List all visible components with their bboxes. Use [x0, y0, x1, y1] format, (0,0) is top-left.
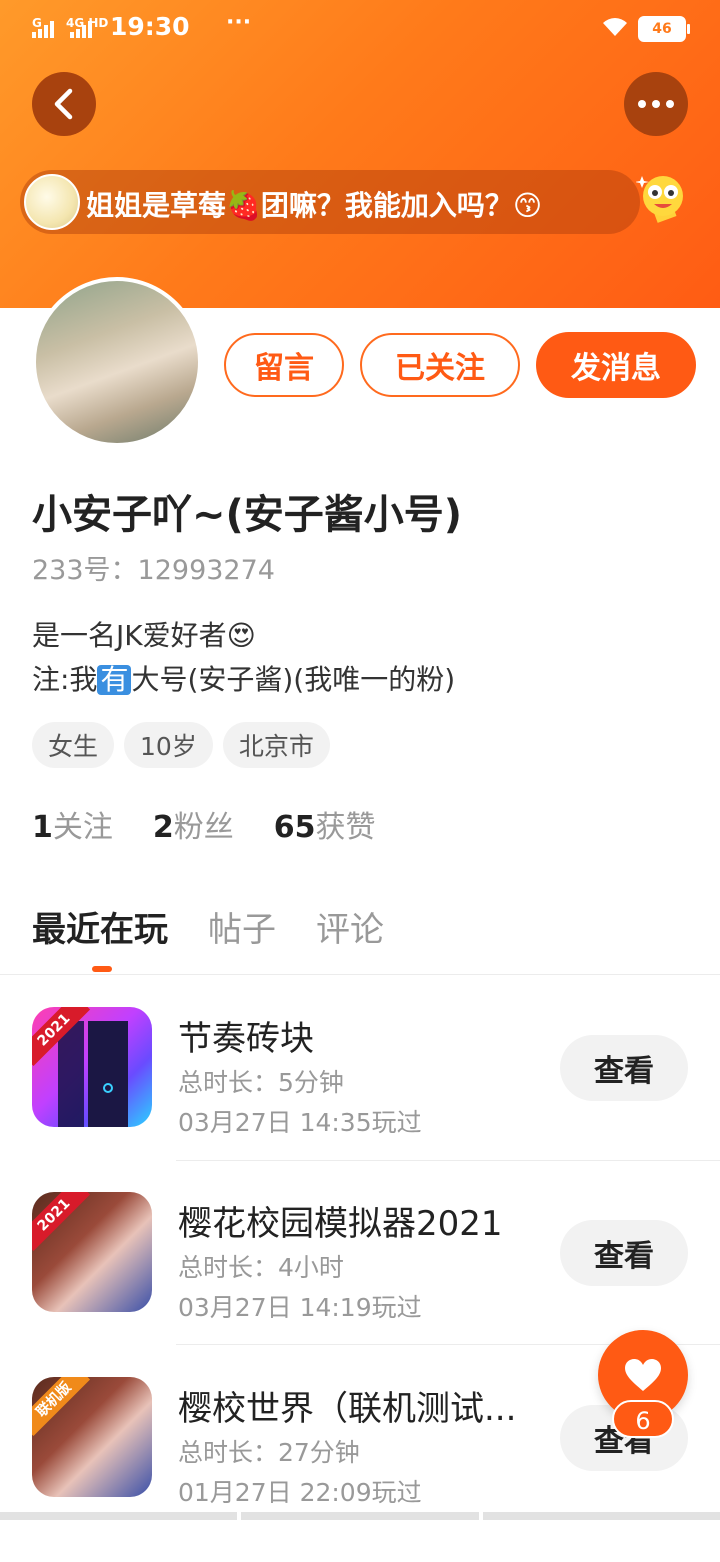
more-dot [638, 100, 646, 108]
fans-label: 粉丝 [173, 810, 234, 845]
scroll-segment [241, 1512, 479, 1520]
tab-comments[interactable]: 评论 [316, 902, 384, 951]
year-badge: 2021 [32, 1192, 91, 1252]
tag-age: 10岁 [124, 722, 213, 768]
row-divider [176, 1160, 720, 1161]
status-bar: G 4G HD 19:30 ··· 46 [0, 0, 720, 58]
signal-icon-2 [70, 20, 92, 38]
game-icon-sakura-world: 联机版 [32, 1377, 152, 1497]
following-count: 1 [32, 810, 53, 845]
clock: 19:30 [110, 12, 190, 41]
wifi-icon [603, 18, 627, 36]
user-bio: 是一名JK爱好者😍 注:我有大号(安子酱)(我唯一的粉) [32, 614, 455, 702]
game-title: 樱校世界（联机测试... [178, 1389, 517, 1429]
user-avatar[interactable] [32, 277, 202, 447]
heart-icon [625, 1359, 661, 1391]
more-button[interactable] [624, 72, 688, 136]
send-message-button[interactable]: 发消息 [536, 332, 696, 398]
stat-following[interactable]: 1关注 [32, 802, 113, 846]
bottom-scroll-hint [0, 1512, 720, 1520]
status-more: ··· [226, 10, 252, 35]
game-last-played: 03月27日 14:19玩过 [178, 1293, 422, 1322]
banner-text: 姐姐是草莓🍓团嘛？我能加入吗？😙 [86, 189, 543, 222]
bio-line-2: 注:我有大号(安子酱)(我唯一的粉) [32, 658, 455, 702]
danmaku-banner[interactable]: 姐姐是草莓🍓团嘛？我能加入吗？😙 [20, 170, 640, 234]
user-tags: 女生 10岁 北京市 [32, 722, 330, 768]
game-title: 樱花校园模拟器2021 [178, 1204, 503, 1244]
bio-line-2-suffix: 大号(安子酱)(我唯一的粉) [131, 663, 456, 696]
active-tab-indicator [92, 966, 112, 972]
tag-location: 北京市 [222, 722, 330, 768]
game-last-played: 01月27日 22:09玩过 [178, 1478, 422, 1507]
battery-icon: 46 [638, 16, 690, 42]
game-last-played: 03月27日 14:35玩过 [178, 1108, 422, 1137]
tab-posts[interactable]: 帖子 [208, 902, 276, 951]
user-id: 233号：12993274 [32, 555, 275, 586]
stat-likes: 65获赞 [274, 802, 376, 846]
view-button[interactable]: 查看 [560, 1220, 688, 1286]
chevron-left-icon [54, 88, 73, 120]
message-board-button[interactable]: 留言 [224, 333, 344, 397]
game-icon-rhythm-tiles: 2021 [32, 1007, 152, 1127]
list-item[interactable]: 2021 节奏砖块 总时长：5分钟 03月27日 14:35玩过 查看 [0, 1007, 720, 1192]
more-dot [652, 100, 660, 108]
fans-count: 2 [152, 810, 174, 845]
signal-icon [32, 20, 54, 38]
stat-fans[interactable]: 2粉丝 [153, 802, 234, 846]
bio-line-2-prefix: 注:我 [32, 663, 98, 696]
game-duration: 总时长：27分钟 [178, 1438, 360, 1467]
bio-line-1: 是一名JK爱好者😍 [32, 619, 256, 652]
emoji-face-icon[interactable] [636, 172, 690, 226]
following-button[interactable]: 已关注 [360, 333, 520, 397]
profile-tabs: 最近在玩 帖子 评论 [32, 902, 384, 951]
profile-header: G 4G HD 19:30 ··· 46 姐姐是草莓🍓团嘛？我能加入吗？😙 [0, 0, 720, 308]
tab-recently-played[interactable]: 最近在玩 [32, 902, 168, 951]
user-name: 小安子吖~(安子酱小号) [32, 492, 463, 538]
scroll-segment [0, 1512, 238, 1520]
tabs-divider [0, 974, 720, 975]
like-count-badge: 6 [612, 1400, 674, 1438]
view-button[interactable]: 查看 [560, 1035, 688, 1101]
game-title: 节奏砖块 [178, 1019, 314, 1059]
game-icon-sakura-school: 2021 [32, 1192, 152, 1312]
scroll-segment [482, 1512, 720, 1520]
following-label: 关注 [52, 810, 113, 845]
likes-label: 获赞 [315, 810, 376, 845]
game-duration: 总时长：4小时 [178, 1253, 344, 1282]
online-badge: 联机版 [32, 1377, 91, 1437]
game-duration: 总时长：5分钟 [178, 1068, 344, 1097]
more-dot [666, 100, 674, 108]
back-button[interactable] [32, 72, 96, 136]
banner-avatar [24, 174, 80, 230]
likes-count: 65 [273, 810, 316, 845]
tag-gender: 女生 [32, 722, 115, 768]
bio-highlight-box: 有 [97, 665, 132, 695]
user-stats: 1关注 2粉丝 65获赞 [32, 802, 376, 846]
